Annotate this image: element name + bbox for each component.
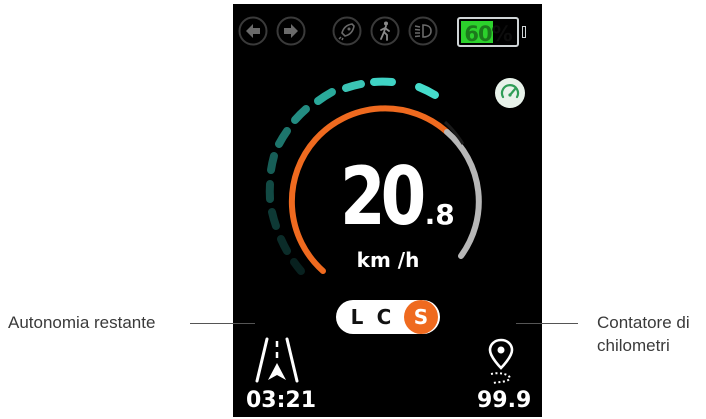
- gauge-segment: [268, 208, 280, 230]
- gauge-segment: [275, 127, 291, 148]
- gauge-segment: [277, 235, 291, 255]
- gauge-segment: [342, 80, 365, 92]
- gauge-segment: [415, 83, 439, 99]
- gauge-segment: [290, 258, 305, 275]
- gauge-segment: [314, 88, 336, 105]
- mode-c[interactable]: C: [373, 300, 395, 334]
- gauge-segment: [291, 105, 310, 124]
- speed-decimal: .8: [424, 198, 455, 231]
- location-pin-icon: [488, 338, 514, 384]
- gauge-segment: [267, 152, 278, 174]
- speed-integer: 20: [340, 150, 426, 243]
- callout-line-left: [190, 323, 255, 324]
- callout-remaining-range: Autonomia restante: [8, 313, 156, 332]
- range-time-value: 03:21: [246, 388, 317, 413]
- callout-odometer-line2: chilometri: [597, 336, 670, 355]
- odometer-value: 99.9: [477, 388, 532, 413]
- speed-readout: 20.8: [293, 150, 493, 243]
- assist-mode-selector[interactable]: L C S: [336, 300, 440, 334]
- display-screen: 60% 20.8 km /h L C S 03:21 99.9: [233, 4, 542, 417]
- mode-l[interactable]: L: [346, 300, 368, 334]
- mode-s[interactable]: S: [404, 300, 438, 334]
- callout-line-right: [516, 323, 578, 324]
- callout-odometer-line1: Contatore di: [597, 313, 690, 332]
- speed-unit: km /h: [356, 248, 420, 272]
- road-range-icon: [255, 337, 299, 383]
